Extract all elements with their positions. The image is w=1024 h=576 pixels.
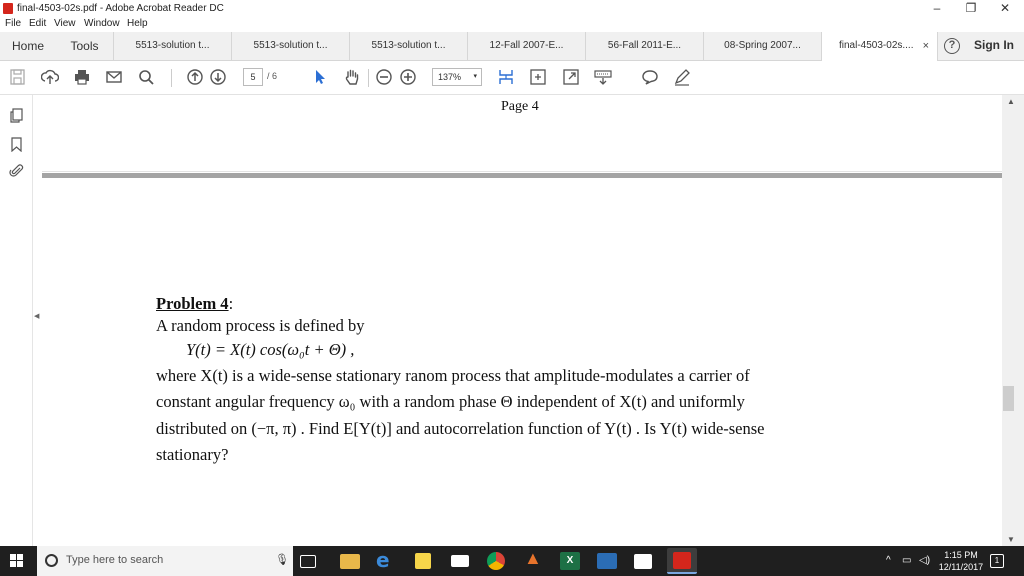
problem-line-3: where X(t) is a wide-sense stationary ra… [156, 366, 750, 385]
hand-icon[interactable] [343, 68, 361, 86]
problem-equation: Y(t) = X(t) cos(ω₀t + Θ) , [186, 340, 355, 359]
bookmark-icon[interactable] [9, 137, 24, 153]
vertical-scrollbar[interactable]: ▲ ▼ [1002, 95, 1024, 546]
page-header-label: Page 4 [501, 99, 539, 114]
windows-taskbar: Type here to search 🎙 e ▲ X ^ ▭ ◁) 1:15 … [0, 546, 1024, 576]
microphone-icon[interactable]: 🎙 [275, 553, 289, 566]
tab-tools[interactable]: Tools [56, 32, 114, 60]
menu-help[interactable]: Help [127, 18, 148, 29]
tab-document-5[interactable]: 56-Fall 2011-E... [586, 32, 704, 60]
problem-line-4: constant angular frequency ω₀ with a ran… [156, 392, 745, 411]
toolbar [0, 61, 1024, 95]
save-icon[interactable] [9, 68, 27, 86]
tab-document-4[interactable]: 12-Fall 2007-E... [468, 32, 586, 60]
acrobat-app-icon [3, 3, 13, 14]
edge-browser-icon[interactable]: e [376, 548, 398, 572]
tab-active-label: final-4503-02s.... [839, 40, 914, 51]
problem-heading: Problem 4: [156, 294, 233, 314]
menu-bar: File Edit View Window Help [0, 17, 1024, 32]
acrobat-logo-icon [673, 552, 691, 569]
close-button[interactable]: ✕ [988, 0, 1022, 17]
page-total: / 6 [267, 71, 278, 81]
windows-start-icon[interactable] [10, 554, 24, 568]
page-number-input[interactable]: 5 [243, 68, 263, 86]
clock-time: 1:15 PM [944, 550, 978, 560]
title-bar: final-4503-02s.pdf - Adobe Acrobat Reade… [0, 0, 1024, 17]
comment-icon[interactable] [641, 68, 659, 86]
problem-colon: : [228, 294, 234, 313]
search-icon[interactable] [137, 68, 155, 86]
photos-icon[interactable] [634, 554, 652, 569]
fit-page-icon[interactable] [497, 68, 515, 86]
mail-icon[interactable] [451, 555, 469, 567]
page-separator [42, 173, 1002, 178]
toolbar-divider [171, 69, 172, 87]
document-view[interactable]: Page 4 Problem 4: A random process is de… [42, 95, 1002, 546]
sticky-notes-icon[interactable] [415, 553, 431, 569]
select-arrow-icon[interactable] [311, 68, 329, 86]
file-explorer-icon[interactable] [340, 554, 360, 569]
cortana-icon [45, 554, 58, 567]
problem-title: Problem 4 [156, 294, 229, 313]
zoom-dropdown[interactable]: 137% ▾ [432, 68, 482, 86]
tab-bar: Home Tools 5513-solution t... 5513-solut… [0, 32, 1024, 61]
chrome-icon[interactable] [487, 552, 505, 570]
page-down-icon[interactable] [209, 68, 227, 86]
menu-edit[interactable]: Edit [29, 18, 46, 29]
window-title: final-4503-02s.pdf - Adobe Acrobat Reade… [17, 3, 224, 14]
zoom-out-icon[interactable] [375, 68, 393, 86]
fullscreen-icon[interactable] [562, 68, 580, 86]
help-icon[interactable]: ? [944, 38, 960, 54]
menu-view[interactable]: View [54, 18, 76, 29]
chevron-down-icon: ▾ [473, 73, 477, 80]
email-icon[interactable] [105, 68, 123, 86]
left-navigation-rail [0, 95, 33, 546]
clock-date: 12/11/2017 [938, 562, 984, 572]
menu-file[interactable]: File [5, 18, 21, 29]
scroll-down-icon[interactable]: ▼ [1007, 535, 1015, 544]
tab-document-2[interactable]: 5513-solution t... [232, 32, 350, 60]
control-panel-icon[interactable] [597, 553, 617, 569]
volume-icon[interactable]: ◁) [919, 555, 930, 566]
toolbar-divider [368, 69, 369, 87]
taskbar-search-input[interactable]: Type here to search 🎙 [37, 546, 293, 576]
upload-icon[interactable] [41, 68, 59, 86]
excel-icon[interactable]: X [560, 552, 580, 570]
problem-line-5: distributed on (−π, π) . Find E[Y(t)] an… [156, 419, 765, 438]
taskbar-clock[interactable]: 1:15 PM 12/11/2017 [938, 549, 984, 573]
tab-document-1[interactable]: 5513-solution t... [114, 32, 232, 60]
page-boundary-line [42, 171, 1002, 172]
print-icon[interactable] [73, 68, 91, 86]
tab-home[interactable]: Home [0, 32, 56, 60]
pen-icon[interactable] [673, 68, 691, 86]
copy-pages-icon[interactable] [9, 108, 24, 123]
problem-line-6: stationary? [156, 445, 229, 464]
zoom-value: 137% [438, 72, 462, 82]
matlab-icon[interactable]: ▲ [524, 548, 546, 570]
tray-chevron-icon[interactable]: ^ [886, 555, 891, 566]
menu-window[interactable]: Window [84, 18, 120, 29]
attachment-icon[interactable] [9, 163, 24, 178]
keyboard-icon[interactable] [594, 68, 612, 86]
problem-line-1: A random process is defined by [156, 316, 365, 335]
tab-document-active[interactable]: final-4503-02s.... × [822, 32, 938, 61]
acrobat-taskbar-icon[interactable] [667, 548, 697, 574]
zoom-in-icon[interactable] [399, 68, 417, 86]
tab-document-3[interactable]: 5513-solution t... [350, 32, 468, 60]
tab-close-icon[interactable]: × [923, 32, 929, 60]
scroll-up-icon[interactable]: ▲ [1007, 97, 1015, 106]
task-view-icon[interactable] [300, 555, 316, 568]
tab-document-6[interactable]: 08-Spring 2007... [704, 32, 822, 60]
sign-in-button[interactable]: Sign In [974, 38, 1014, 52]
minimize-button[interactable]: – [920, 0, 954, 17]
notification-icon[interactable]: 1 [990, 554, 1004, 568]
restore-button[interactable]: ❐ [954, 0, 988, 17]
search-placeholder: Type here to search [66, 554, 164, 566]
fit-width-icon[interactable] [529, 68, 547, 86]
scrollbar-thumb[interactable] [1003, 386, 1014, 411]
left-panel-toggle-icon[interactable]: ◀ [34, 312, 39, 320]
page-up-icon[interactable] [186, 68, 204, 86]
network-icon[interactable]: ▭ [902, 555, 911, 566]
